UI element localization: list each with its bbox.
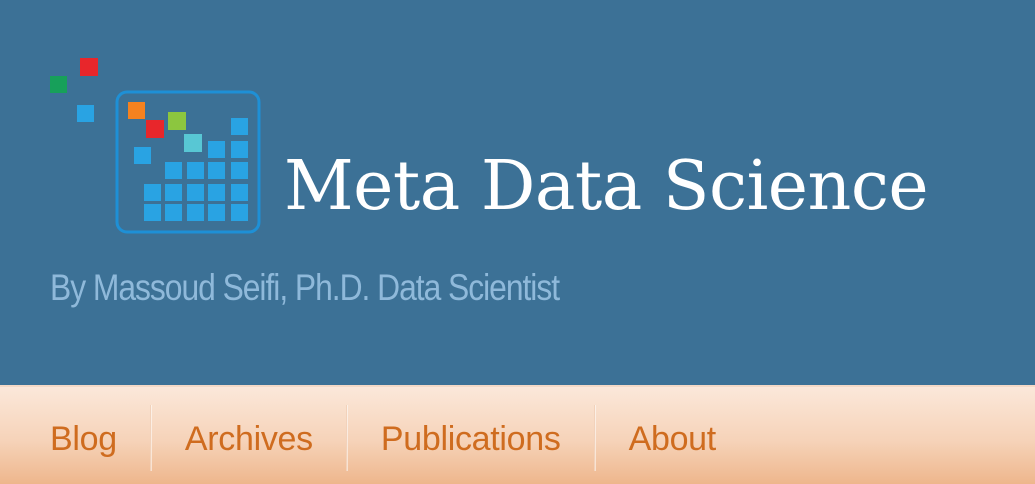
site-byline: By Massoud Seifi, Ph.D. Data Scientist <box>50 267 560 308</box>
site-title[interactable]: Meta Data Science <box>284 153 929 221</box>
nav-item-about[interactable]: About <box>595 405 749 471</box>
data-grid-logo-icon <box>50 58 261 234</box>
nav-item-publications[interactable]: Publications <box>347 405 594 471</box>
site-header: Meta Data Science By Massoud Seifi, Ph.D… <box>0 0 1035 385</box>
site-logo[interactable] <box>44 54 266 240</box>
nav-item-archives[interactable]: Archives <box>151 405 346 471</box>
main-nav: Blog Archives Publications About <box>0 385 1035 484</box>
nav-item-blog[interactable]: Blog <box>16 405 150 471</box>
